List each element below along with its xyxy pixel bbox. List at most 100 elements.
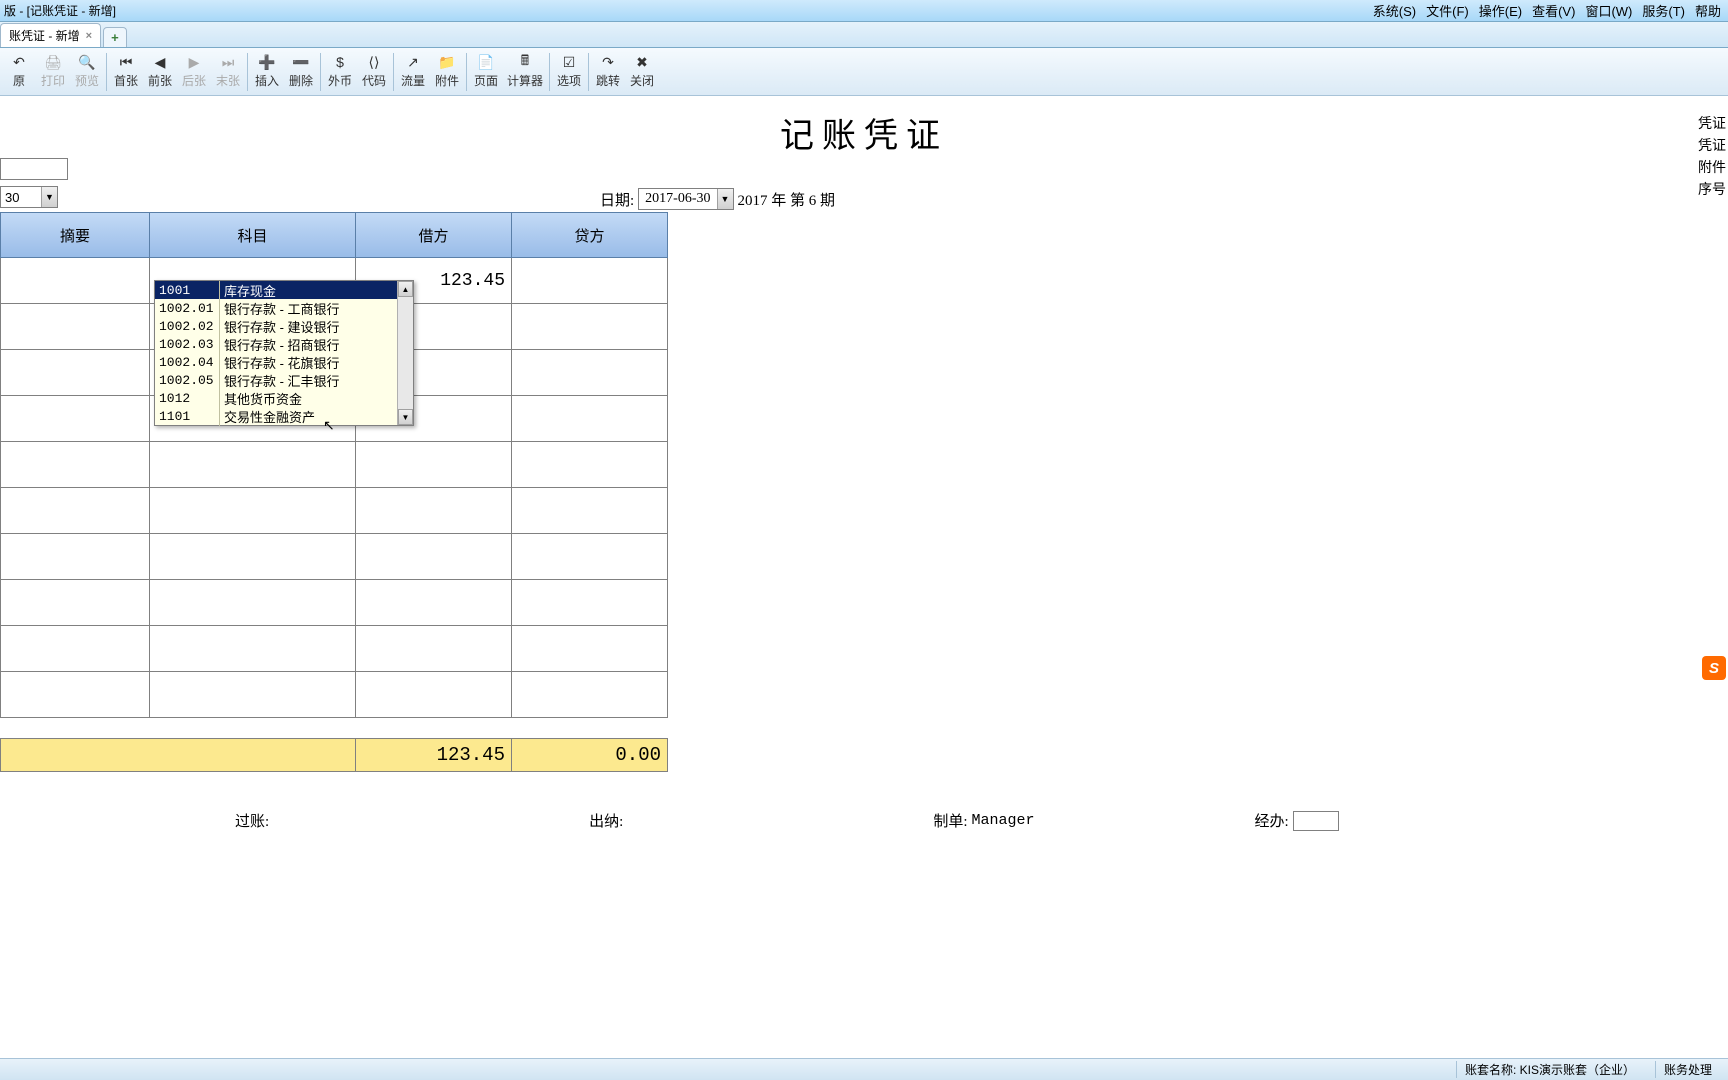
toolbar-原[interactable]: ↶原 (2, 52, 36, 91)
cell-credit[interactable] (512, 626, 668, 672)
页面-icon: 📄 (478, 54, 494, 70)
toolbar-打印[interactable]: 🖨打印 (36, 52, 70, 91)
chevron-down-icon[interactable]: ▼ (41, 187, 57, 207)
date-combo[interactable]: 2017-06-30 ▼ (638, 188, 733, 210)
menu-service[interactable]: 服务(T) (1639, 1, 1688, 20)
cell-subject[interactable] (150, 672, 356, 718)
cell-summary[interactable] (0, 672, 150, 718)
cell-summary[interactable] (0, 626, 150, 672)
menu-window[interactable]: 窗口(W) (1582, 1, 1635, 20)
col-header-summary: 摘要 (0, 212, 150, 258)
cell-credit[interactable] (512, 304, 668, 350)
cell-subject[interactable] (150, 580, 356, 626)
cell-subject[interactable] (150, 488, 356, 534)
status-module: 账务处理 (1655, 1061, 1720, 1078)
cell-summary[interactable] (0, 304, 150, 350)
cell-debit[interactable] (356, 672, 512, 718)
插入-icon: ➕ (259, 54, 275, 70)
cell-debit[interactable] (356, 488, 512, 534)
toolbar-后张[interactable]: ▶后张 (177, 52, 211, 91)
toolbar-附件[interactable]: 📁附件 (430, 52, 464, 91)
chevron-down-icon[interactable]: ▼ (717, 189, 733, 209)
dropdown-item[interactable]: 1002.01银行存款 - 工商银行 (155, 299, 397, 317)
cell-summary[interactable] (0, 350, 150, 396)
grid-row[interactable] (0, 672, 668, 718)
打印-icon: 🖨 (45, 54, 61, 70)
dropdown-item[interactable]: 1002.02银行存款 - 建设银行 (155, 317, 397, 335)
toolbar-选项[interactable]: ☑选项 (552, 52, 586, 91)
dropdown-scrollbar[interactable]: ▲ ▼ (397, 281, 413, 425)
toolbar-关闭[interactable]: ✖关闭 (625, 52, 659, 91)
toolbar-删除[interactable]: ➖删除 (284, 52, 318, 91)
cell-summary[interactable] (0, 258, 150, 304)
cell-credit[interactable] (512, 488, 668, 534)
content-area: 记账凭证 凭证 凭证 附件 序号 ▼ 日期: 2017-06-30 ▼ 2017… (0, 96, 1728, 976)
total-credit: 0.00 (512, 738, 668, 772)
toolbar-预览[interactable]: 🔍预览 (70, 52, 104, 91)
dropdown-item[interactable]: 1101交易性金融资产 (155, 407, 397, 425)
cell-summary[interactable] (0, 534, 150, 580)
menu-help[interactable]: 帮助 (1692, 1, 1724, 20)
toolbar-首张[interactable]: ⏮首张 (109, 52, 143, 91)
total-debit: 123.45 (356, 738, 512, 772)
grid-row[interactable] (0, 488, 668, 534)
toolbar-页面[interactable]: 📄页面 (469, 52, 503, 91)
close-icon[interactable]: × (86, 30, 92, 42)
tab-bar: 账凭证 - 新增 × + (0, 22, 1728, 48)
dropdown-item[interactable]: 1001库存现金 (155, 281, 397, 299)
toolbar-末张[interactable]: ⏭末张 (211, 52, 245, 91)
cell-summary[interactable] (0, 488, 150, 534)
cell-summary[interactable] (0, 396, 150, 442)
dropdown-item[interactable]: 1002.05银行存款 - 汇丰银行 (155, 371, 397, 389)
dropdown-list: 1001库存现金1002.01银行存款 - 工商银行1002.02银行存款 - … (155, 281, 397, 425)
cell-credit[interactable] (512, 534, 668, 580)
toolbar-代码[interactable]: ⟨⟩代码 (357, 52, 391, 91)
cell-credit[interactable] (512, 580, 668, 626)
menu-system[interactable]: 系统(S) (1370, 1, 1419, 20)
dropdown-item[interactable]: 1012其他货币资金 (155, 389, 397, 407)
cell-debit[interactable] (356, 534, 512, 580)
toolbar-外币[interactable]: $外币 (323, 52, 357, 91)
cell-subject[interactable] (150, 534, 356, 580)
cell-credit[interactable] (512, 258, 668, 304)
toolbar-流量[interactable]: ↗流量 (396, 52, 430, 91)
handler-input[interactable] (1293, 811, 1339, 831)
cell-summary[interactable] (0, 442, 150, 488)
cell-summary[interactable] (0, 580, 150, 626)
cell-credit[interactable] (512, 350, 668, 396)
menu-view[interactable]: 查看(V) (1529, 1, 1578, 20)
toolbar-跳转[interactable]: ↷跳转 (591, 52, 625, 91)
cell-debit[interactable] (356, 442, 512, 488)
toolbar-插入[interactable]: ➕插入 (250, 52, 284, 91)
tab-add-button[interactable]: + (103, 27, 127, 47)
cell-credit[interactable] (512, 396, 668, 442)
menu-file[interactable]: 文件(F) (1423, 1, 1472, 20)
handler-field: 经办: (1255, 810, 1339, 831)
cell-credit[interactable] (512, 672, 668, 718)
grid-row[interactable] (0, 626, 668, 672)
cell-debit[interactable] (356, 580, 512, 626)
meta-attachment: 附件 (1698, 158, 1726, 180)
dropdown-item[interactable]: 1002.03银行存款 - 招商银行 (155, 335, 397, 353)
grid-row[interactable] (0, 442, 668, 488)
number-input[interactable] (1, 190, 41, 205)
scroll-up-icon[interactable]: ▲ (398, 281, 413, 297)
blank-combo[interactable] (0, 158, 68, 180)
menu-action[interactable]: 操作(E) (1476, 1, 1525, 20)
cell-credit[interactable] (512, 442, 668, 488)
status-account: 账套名称: KIS演示账套（企业） (1456, 1061, 1643, 1078)
cell-subject[interactable] (150, 442, 356, 488)
grid-row[interactable] (0, 580, 668, 626)
toolbar-前张[interactable]: ◀前张 (143, 52, 177, 91)
cell-subject[interactable] (150, 626, 356, 672)
scroll-down-icon[interactable]: ▼ (398, 409, 413, 425)
grid-row[interactable] (0, 534, 668, 580)
blank-combo-input[interactable] (1, 162, 41, 177)
ime-badge[interactable]: S (1702, 656, 1726, 680)
cell-debit[interactable] (356, 626, 512, 672)
tab-voucher[interactable]: 账凭证 - 新增 × (0, 23, 101, 47)
toolbar-计算器[interactable]: 🖩计算器 (503, 52, 547, 91)
number-combo[interactable]: ▼ (0, 186, 58, 208)
dropdown-item[interactable]: 1002.04银行存款 - 花旗银行 (155, 353, 397, 371)
subject-dropdown[interactable]: 1001库存现金1002.01银行存款 - 工商银行1002.02银行存款 - … (154, 280, 414, 426)
